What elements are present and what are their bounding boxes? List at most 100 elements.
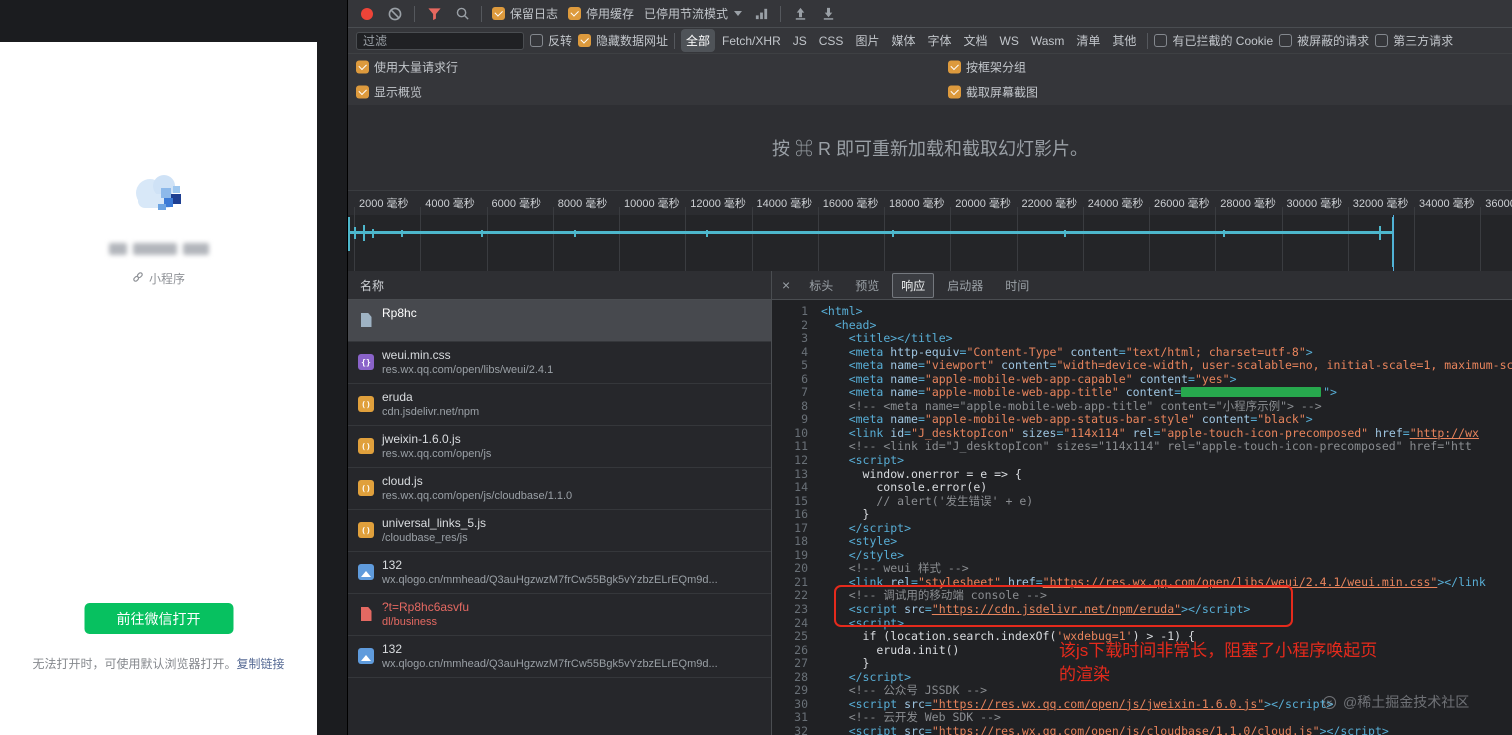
filter-type-chip[interactable]: 文档 xyxy=(958,29,992,52)
filter-type-chip[interactable]: Fetch/XHR xyxy=(717,31,786,51)
request-path: res.wx.qq.com/open/js/cloudbase/1.1.0 xyxy=(382,490,573,502)
request-row[interactable]: Rp8hc xyxy=(348,300,771,342)
checkbox-checked[interactable] xyxy=(356,85,369,99)
checkbox-unchecked[interactable] xyxy=(1279,34,1293,47)
request-row[interactable]: ?t=Rp8hc6asvfu dl/business xyxy=(348,594,771,636)
overview-grid-line xyxy=(1347,215,1349,271)
code-line: 2 <head> xyxy=(801,317,877,332)
overview-grid-line xyxy=(1082,215,1084,271)
group-by-frame-checkbox[interactable]: 按框架分组 xyxy=(948,58,1026,75)
code-line: 4 <meta http-equiv="Content-Type" conten… xyxy=(801,344,1313,359)
red-annotation-text: 该js下载时间非常长，阻塞了小程序唤起页 的渲染 xyxy=(1059,641,1378,684)
checkbox-checked[interactable] xyxy=(568,7,582,20)
grid-line xyxy=(1149,207,1150,215)
fallback-text: 无法打开时，可使用默认浏览器打开。复制链接 xyxy=(32,657,285,671)
filter-type-chip[interactable]: WS xyxy=(995,31,1024,51)
filter-type-chip[interactable]: 清单 xyxy=(1071,29,1105,52)
checkbox-unchecked[interactable] xyxy=(1375,34,1389,47)
checkbox-unchecked[interactable] xyxy=(1154,34,1168,47)
network-options-row-2: 显示概览 截取屏幕截图 xyxy=(348,79,1512,106)
request-name: Rp8hc xyxy=(382,306,417,320)
tab-标头[interactable]: 标头 xyxy=(800,273,842,298)
filter-type-chip[interactable]: Wasm xyxy=(1026,31,1070,51)
close-icon[interactable]: × xyxy=(782,277,790,293)
request-row[interactable]: 132 wx.qlogo.cn/mmhead/Q3auHgzwzM7frCw55B… xyxy=(348,552,771,594)
filter-toolbar: 过滤 反转 隐藏数据网址 全部 Fetch/XHR JS CSS 图片 媒体 字体 文档 WS W… xyxy=(348,28,1512,54)
overview-grid-line xyxy=(1149,215,1150,271)
name-column-header[interactable]: 名称 xyxy=(348,271,771,300)
checkbox-checked[interactable] xyxy=(356,60,369,73)
overview-tick xyxy=(480,229,483,237)
filter-funnel-icon[interactable] xyxy=(425,5,443,23)
checkbox-unchecked[interactable] xyxy=(530,34,543,47)
code-line: 15 // alert('发生错误' + e) xyxy=(794,493,1034,508)
grid-line xyxy=(884,207,885,215)
invert-checkbox[interactable]: 反转 xyxy=(530,32,572,49)
export-har-icon[interactable] xyxy=(819,5,837,23)
grid-line xyxy=(552,207,554,215)
filter-type-chip[interactable]: 图片 xyxy=(850,29,884,52)
tab-时间[interactable]: 时间 xyxy=(996,273,1038,298)
request-row[interactable]: {} weui.min.css res.wx.qq.com/open/libs/we… xyxy=(348,342,771,384)
request-path: cdn.jsdelivr.net/npm xyxy=(382,406,480,418)
request-row[interactable]: () eruda cdn.jsdelivr.net/npm xyxy=(348,384,771,426)
code-line: 23 <script src="https://cdn.jsdelivr.net… xyxy=(794,602,1251,617)
filter-type-chip[interactable]: JS xyxy=(788,31,812,51)
script-file-icon: () xyxy=(358,522,374,538)
tab-响应[interactable]: 响应 xyxy=(892,272,935,298)
request-row[interactable]: 132 wx.qlogo.cn/mmhead/Q3auHgzwzM7frCw55B… xyxy=(348,636,771,678)
capture-screenshots-checkbox[interactable]: 截取屏幕截图 xyxy=(948,84,1038,101)
filter-type-chip[interactable]: CSS xyxy=(814,31,849,51)
overview-grid-line xyxy=(552,215,554,271)
tab-启动器[interactable]: 启动器 xyxy=(938,273,992,298)
code-line: 11 <!-- <link id="J_desktopIcon" sizes="… xyxy=(794,439,1472,454)
overview-grid-line xyxy=(817,215,819,271)
request-row[interactable]: () jweixin-1.6.0.js res.wx.qq.com/open/js xyxy=(348,426,771,468)
divider xyxy=(414,5,415,22)
network-conditions-icon[interactable] xyxy=(752,5,770,23)
code-line: 20 <!-- weui 样式 --> xyxy=(794,561,969,576)
filter-type-chip[interactable]: 全部 xyxy=(681,29,716,52)
third-party-checkbox[interactable]: 第三方请求 xyxy=(1375,32,1453,49)
big-request-rows-checkbox[interactable]: 使用大量请求行 xyxy=(356,58,458,75)
overview-grid-line xyxy=(1414,215,1415,271)
filter-input[interactable]: 过滤 xyxy=(356,31,524,50)
filter-type-chip[interactable]: 字体 xyxy=(922,29,956,52)
show-overview-checkbox[interactable]: 显示概览 xyxy=(356,84,422,101)
filter-type-chip[interactable]: 其他 xyxy=(1107,29,1141,52)
request-name: weui.min.css xyxy=(382,348,451,362)
divider xyxy=(1147,32,1149,49)
code-line: 17 </script> xyxy=(794,520,912,535)
overview-tick xyxy=(401,229,404,237)
checkbox-checked[interactable] xyxy=(948,60,961,73)
open-in-wechat-button[interactable]: 前往微信打开 xyxy=(84,603,233,634)
record-button[interactable] xyxy=(358,5,376,23)
code-line: 9 <meta name="apple-mobile-web-app-statu… xyxy=(801,412,1313,427)
search-icon[interactable] xyxy=(453,5,471,23)
tab-预览[interactable]: 预览 xyxy=(846,273,888,298)
code-line: 24 <script> xyxy=(794,615,905,630)
miniapp-label: 小程序 xyxy=(148,272,185,286)
network-overview[interactable] xyxy=(348,215,1512,272)
network-options-row-1: 使用大量请求行 按框架分组 xyxy=(348,54,1512,80)
disable-cache-checkbox[interactable]: 停用缓存 xyxy=(568,5,634,22)
request-list: 名称 Rp8hc {} weui.min.css res.wx.qq.com/open… xyxy=(348,271,772,735)
overview-tick xyxy=(1378,226,1381,240)
blocked-requests-checkbox[interactable]: 被屏蔽的请求 xyxy=(1279,32,1369,49)
grid-line xyxy=(751,207,753,215)
hide-data-urls-checkbox[interactable]: 隐藏数据网址 xyxy=(578,32,668,49)
code-line: 21 <link rel="stylesheet" href="https://… xyxy=(794,574,1486,589)
checkbox-checked[interactable] xyxy=(578,34,592,47)
checkbox-checked[interactable] xyxy=(492,7,505,20)
copy-link[interactable]: 复制链接 xyxy=(237,657,285,671)
request-row[interactable]: () cloud.js res.wx.qq.com/open/js/cloudbas… xyxy=(348,468,771,510)
checkbox-checked[interactable] xyxy=(948,85,961,99)
grid-line xyxy=(354,207,355,215)
throttling-select[interactable]: 已停用节流模式 xyxy=(644,5,743,22)
clear-button[interactable] xyxy=(386,5,404,23)
request-row[interactable]: () universal_links_5.js/cloudbase_res/js xyxy=(348,510,771,552)
preserve-log-checkbox[interactable]: 保留日志 xyxy=(492,5,558,22)
filter-type-chip[interactable]: 媒体 xyxy=(886,29,920,52)
blocked-cookies-checkbox[interactable]: 有已拦截的 Cookie xyxy=(1154,32,1273,49)
import-har-icon[interactable] xyxy=(791,5,809,23)
